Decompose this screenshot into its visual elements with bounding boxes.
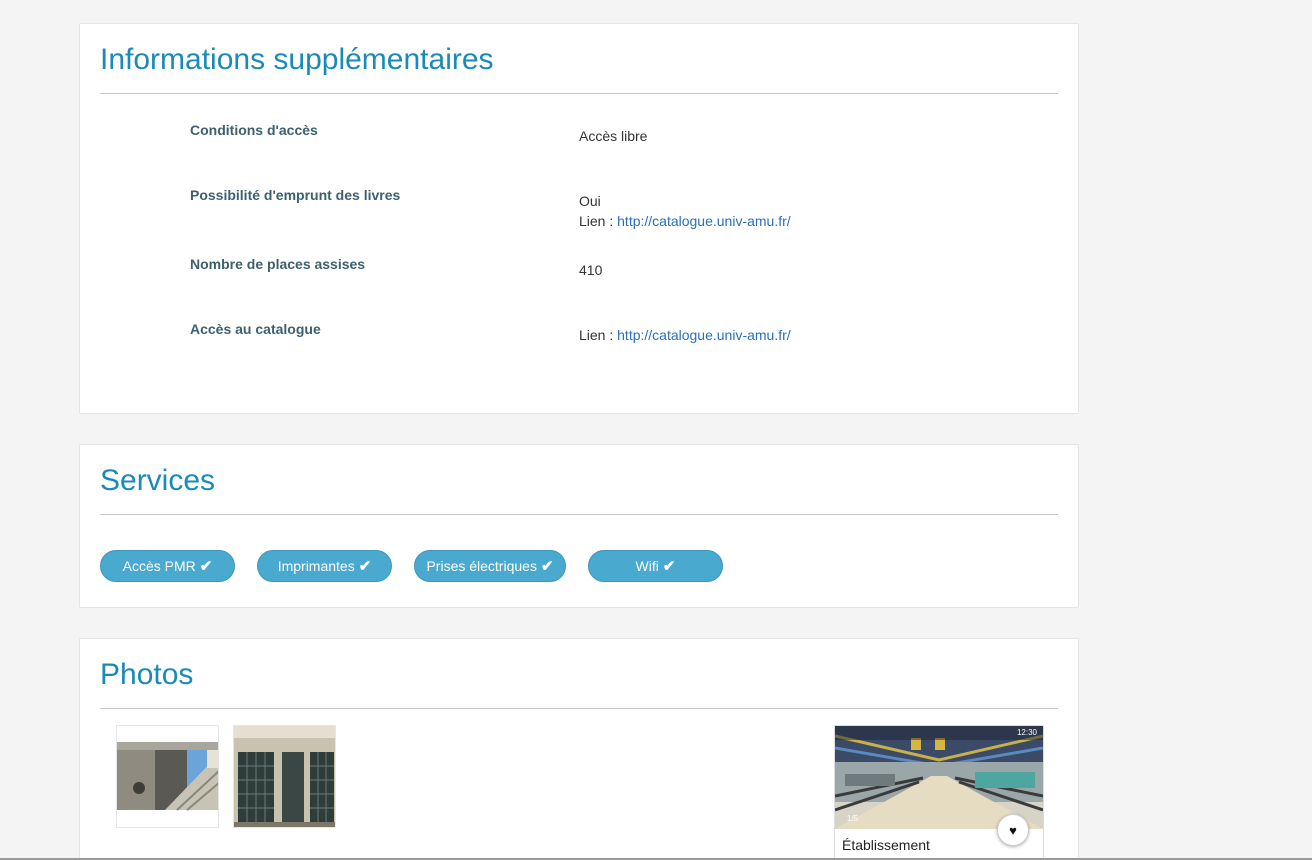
service-label: Imprimantes (277, 558, 355, 574)
value-emprunt-livres: Oui Lien : http://catalogue.univ-amu.fr/ (579, 191, 791, 231)
value-acces-catalogue: Lien : http://catalogue.univ-amu.fr/ (579, 325, 791, 345)
photos-title: Photos (100, 658, 194, 691)
service-badge-acces-pmr: Accès PMR ✔ (100, 550, 235, 582)
check-icon: ✔ (540, 558, 554, 575)
services-panel: Services Accès PMR ✔ Imprimantes ✔ Prises … (79, 444, 1079, 608)
info-panel: Informations supplémentaires Conditions … (79, 23, 1079, 414)
building-stairs-image (117, 726, 218, 827)
building-entrance-image (234, 726, 335, 827)
divider (100, 708, 1058, 709)
favorite-button[interactable]: ♥ (997, 814, 1029, 846)
service-label: Prises électriques (426, 558, 537, 574)
check-icon: ✔ (662, 558, 676, 575)
service-badge-wifi: Wifi ✔ (588, 550, 723, 582)
heart-icon: ♥ (1009, 822, 1017, 838)
check-icon: ✔ (358, 558, 372, 575)
value-places-assises: 410 (579, 262, 603, 278)
photo-thumbnail-stairs[interactable] (116, 725, 219, 828)
photos-panel: Photos 12:30 1/5 Établissement ♥ (79, 638, 1079, 860)
value-emprunt-text: Oui (579, 193, 601, 209)
services-title: Services (100, 464, 216, 497)
divider (100, 93, 1058, 94)
link-prefix: Lien : (579, 327, 618, 343)
service-badge-prises-electriques: Prises électriques ✔ (414, 550, 566, 582)
label-acces-catalogue: Accès au catalogue (190, 321, 321, 337)
emprunt-link-line: Lien : http://catalogue.univ-amu.fr/ (579, 211, 791, 231)
catalogue-link[interactable]: http://catalogue.univ-amu.fr/ (617, 327, 791, 343)
label-places-assises: Nombre de places assises (190, 256, 366, 272)
value-conditions-acces: Accès libre (579, 128, 648, 144)
page-counter: 1/5 (847, 814, 859, 823)
divider (100, 514, 1058, 515)
service-label: Wifi (635, 558, 659, 574)
label-conditions-acces: Conditions d'accès (190, 122, 318, 138)
photo-thumbnail-entrance[interactable] (233, 725, 336, 828)
card-label: Établissement (842, 837, 930, 853)
service-label: Accès PMR (122, 558, 196, 574)
status-bar-time: 12:30 (1016, 728, 1037, 737)
label-emprunt-livres: Possibilité d'emprunt des livres (190, 187, 401, 203)
service-badge-imprimantes: Imprimantes ✔ (257, 550, 392, 582)
info-title: Informations supplémentaires (100, 43, 494, 76)
check-icon: ✔ (199, 558, 213, 575)
establishment-card[interactable]: 12:30 1/5 Établissement ♥ (834, 725, 1044, 860)
link-prefix: Lien : (579, 213, 618, 229)
catalogue-link[interactable]: http://catalogue.univ-amu.fr/ (617, 213, 791, 229)
